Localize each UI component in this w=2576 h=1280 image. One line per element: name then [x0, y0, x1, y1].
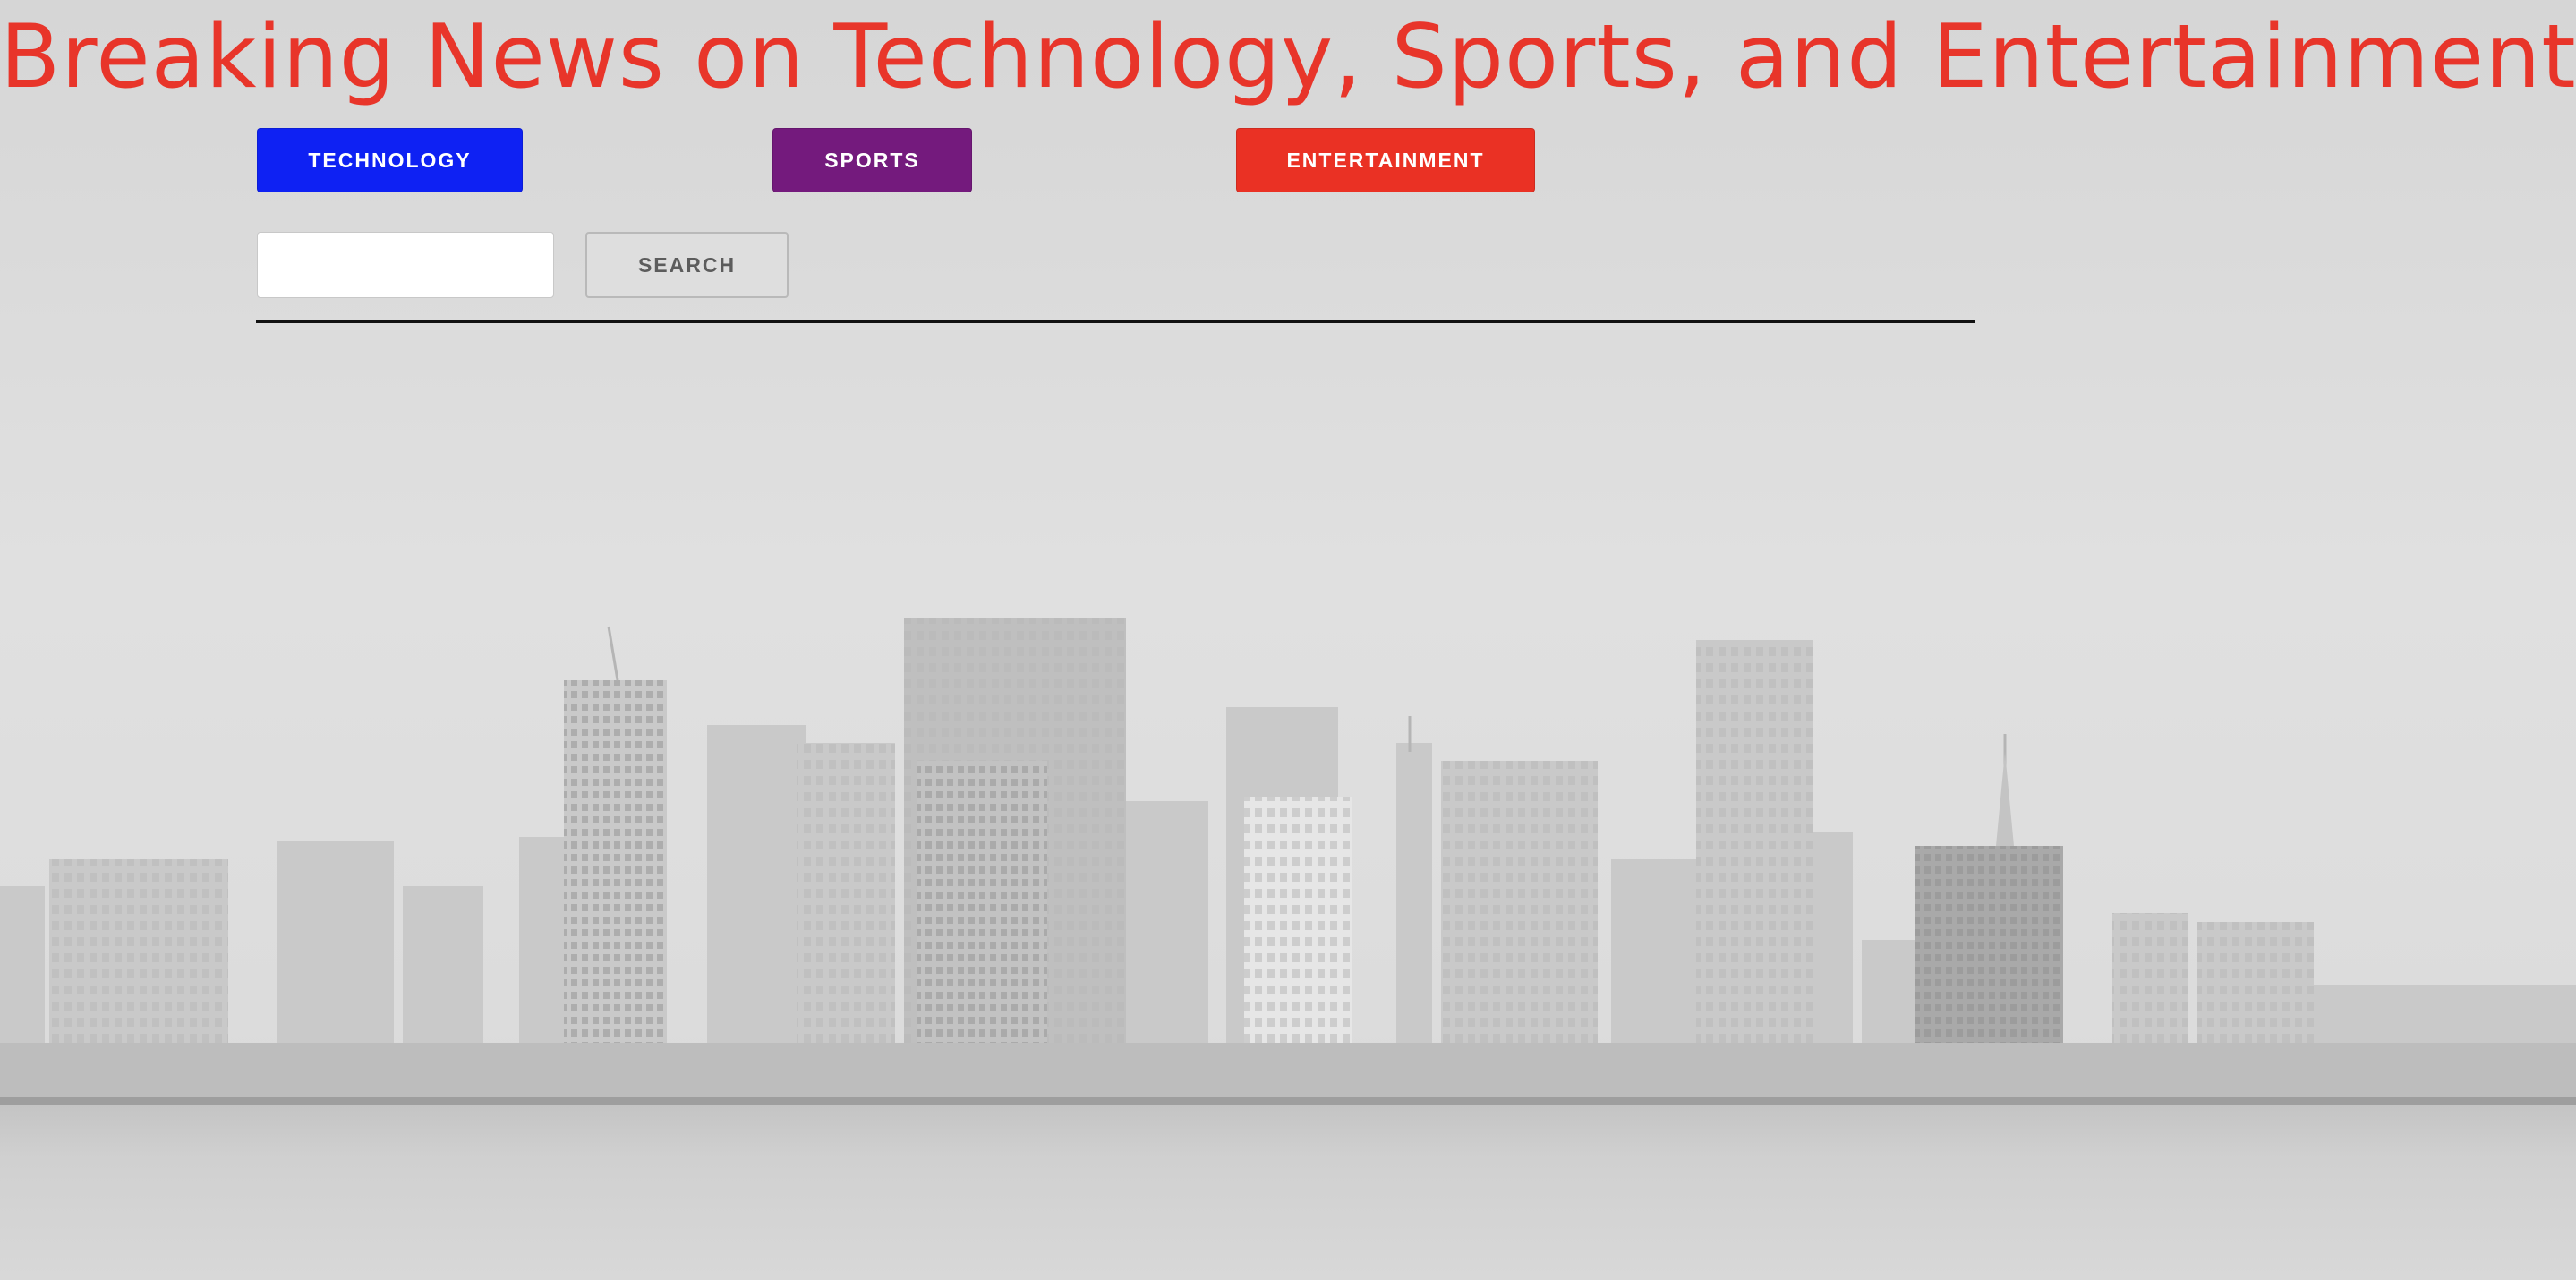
- sports-button[interactable]: SPORTS: [772, 128, 972, 192]
- search-button[interactable]: SEARCH: [585, 232, 789, 298]
- technology-button[interactable]: TECHNOLOGY: [257, 128, 523, 192]
- search-input[interactable]: [257, 232, 554, 298]
- entertainment-button[interactable]: ENTERTAINMENT: [1236, 128, 1535, 192]
- page-title: Breaking News on Technology, Sports, and…: [0, 6, 2576, 108]
- header-divider: [256, 320, 1975, 323]
- news-page: Breaking News on Technology, Sports, and…: [0, 0, 2576, 1280]
